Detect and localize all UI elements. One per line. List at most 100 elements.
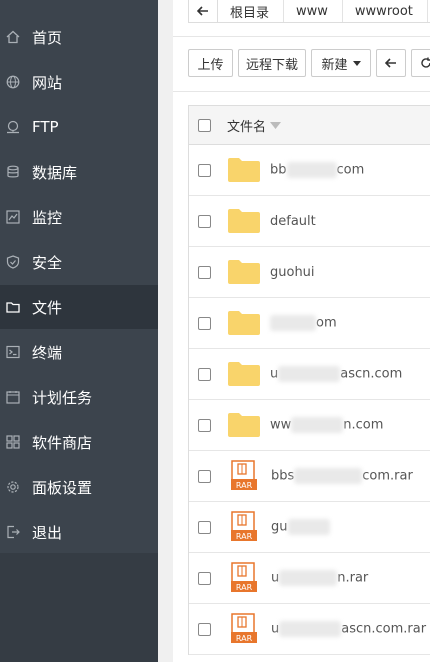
sidebar-item-label: 软件商店: [32, 433, 93, 452]
folder-icon: [228, 362, 260, 386]
folder-icon: [228, 158, 260, 182]
sidebar-item-label: 监控: [32, 208, 63, 227]
table-header: 文件名: [189, 105, 430, 145]
file-name-prefix: u: [271, 621, 280, 637]
sidebar-item-label: 面板设置: [32, 478, 93, 497]
file-name[interactable]: gu: [271, 519, 330, 535]
sidebar-item-label: 首页: [32, 28, 63, 47]
breadcrumb-item[interactable]: 根目录: [218, 0, 285, 22]
file-name[interactable]: om: [270, 315, 337, 331]
row-checkbox[interactable]: [198, 367, 211, 381]
sidebar-item-label: 文件: [32, 298, 63, 317]
row-checkbox[interactable]: [198, 316, 211, 330]
table-row[interactable]: RAR gu: [189, 502, 430, 553]
file-name[interactable]: default: [270, 214, 316, 229]
breadcrumb-item[interactable]: www: [284, 0, 343, 22]
file-name-suffix: ascn.com: [340, 366, 403, 382]
sidebar-item-label: 终端: [32, 343, 63, 362]
file-name-suffix: n.rar: [337, 570, 369, 586]
file-name-suffix: com.rar: [362, 468, 413, 484]
home-icon: [6, 30, 20, 44]
select-all-checkbox[interactable]: [198, 118, 211, 132]
new-dropdown-button[interactable]: 新建: [311, 49, 371, 77]
sidebar-item-appstore[interactable]: 软件商店: [0, 420, 158, 464]
refresh-button[interactable]: [411, 49, 430, 77]
breadcrumb-item[interactable]: wwwroot: [343, 0, 428, 22]
sort-icon[interactable]: [270, 121, 282, 129]
sidebar-item-settings[interactable]: 面板设置: [0, 465, 158, 509]
shield-icon: [6, 255, 20, 269]
upload-button[interactable]: 上传: [188, 49, 233, 77]
monitor-icon: [6, 210, 20, 224]
folder-icon: [6, 300, 20, 314]
row-checkbox[interactable]: [198, 469, 211, 483]
sidebar-item-label: 安全: [32, 253, 63, 272]
column-header-name[interactable]: 文件名: [227, 116, 266, 135]
file-table: 文件名 bb com default guohui om u ascn.com ww n.com…: [188, 105, 430, 655]
table-row[interactable]: RAR u ascn.com.rar: [189, 604, 430, 655]
rar-file-icon: RAR: [231, 460, 257, 490]
file-name-prefix: guohui: [270, 264, 315, 280]
file-name-suffix: om: [316, 315, 337, 331]
folder-icon: [228, 209, 260, 233]
sidebar-item-security[interactable]: 安全: [0, 240, 158, 284]
sidebar-item-website[interactable]: 网站: [0, 60, 158, 104]
table-row[interactable]: guohui: [189, 247, 430, 298]
redacted-text: [279, 621, 342, 637]
redacted-text: [291, 417, 344, 433]
folder-icon: [228, 413, 260, 437]
sidebar-item-terminal[interactable]: 终端: [0, 330, 158, 374]
row-checkbox[interactable]: [198, 622, 211, 636]
sidebar-item-label: 数据库: [32, 163, 78, 182]
file-name-prefix: gu: [271, 519, 288, 535]
file-name[interactable]: u ascn.com: [270, 366, 402, 382]
sidebar-item-monitor[interactable]: 监控: [0, 195, 158, 239]
svg-text:RAR: RAR: [236, 583, 253, 592]
file-name[interactable]: bb com: [270, 162, 364, 178]
row-checkbox[interactable]: [198, 265, 211, 279]
sidebar-item-label: FTP: [32, 118, 59, 136]
file-name-suffix: ascn.com.rar: [341, 621, 427, 637]
table-row[interactable]: RAR bbs com.rar: [189, 451, 430, 502]
file-name[interactable]: ww n.com: [270, 417, 383, 433]
divider: [173, 36, 430, 37]
table-row[interactable]: u ascn.com: [189, 349, 430, 400]
table-row[interactable]: ww n.com: [189, 400, 430, 451]
file-manager: 根目录 www wwwroot 上传 远程下载 新建 文件名 bb com defa…: [173, 0, 430, 662]
file-name[interactable]: bbs com.rar: [271, 468, 413, 484]
row-checkbox[interactable]: [198, 571, 211, 585]
sidebar-item-ftp[interactable]: FTP: [0, 105, 158, 149]
table-row[interactable]: om: [189, 298, 430, 349]
svg-text:RAR: RAR: [236, 481, 253, 490]
row-checkbox[interactable]: [198, 163, 211, 177]
ftp-icon: [6, 120, 20, 134]
caret-down-icon: [352, 60, 361, 66]
sidebar-item-home[interactable]: 首页: [0, 15, 158, 59]
back-button[interactable]: [376, 49, 406, 77]
file-name[interactable]: u ascn.com.rar: [271, 621, 426, 637]
file-name[interactable]: guohui: [270, 265, 315, 280]
back-button[interactable]: [189, 0, 218, 22]
sidebar-item-label: 退出: [32, 523, 63, 542]
sidebar-item-files[interactable]: 文件: [0, 285, 158, 329]
redacted-text: [279, 570, 338, 586]
row-checkbox[interactable]: [198, 520, 211, 534]
breadcrumb: 根目录 www wwwroot: [188, 0, 430, 23]
row-checkbox[interactable]: [198, 214, 211, 228]
table-row[interactable]: default: [189, 196, 430, 247]
arrow-left-icon: [385, 58, 396, 68]
divider: [173, 91, 430, 92]
sidebar-item-database[interactable]: 数据库: [0, 150, 158, 194]
file-name-suffix: n.com: [343, 417, 384, 433]
sidebar-item-label: 计划任务: [32, 388, 93, 407]
table-row[interactable]: bb com: [189, 145, 430, 196]
sidebar-item-logout[interactable]: 退出: [0, 510, 158, 554]
row-checkbox[interactable]: [198, 418, 211, 432]
redacted-text: [286, 162, 337, 178]
sidebar-item-cron[interactable]: 计划任务: [0, 375, 158, 419]
table-row[interactable]: RAR u n.rar: [189, 553, 430, 604]
redacted-text: [278, 366, 341, 382]
file-name-prefix: u: [270, 366, 279, 382]
file-name[interactable]: u n.rar: [271, 570, 368, 586]
remote-download-button[interactable]: 远程下载: [238, 49, 306, 77]
